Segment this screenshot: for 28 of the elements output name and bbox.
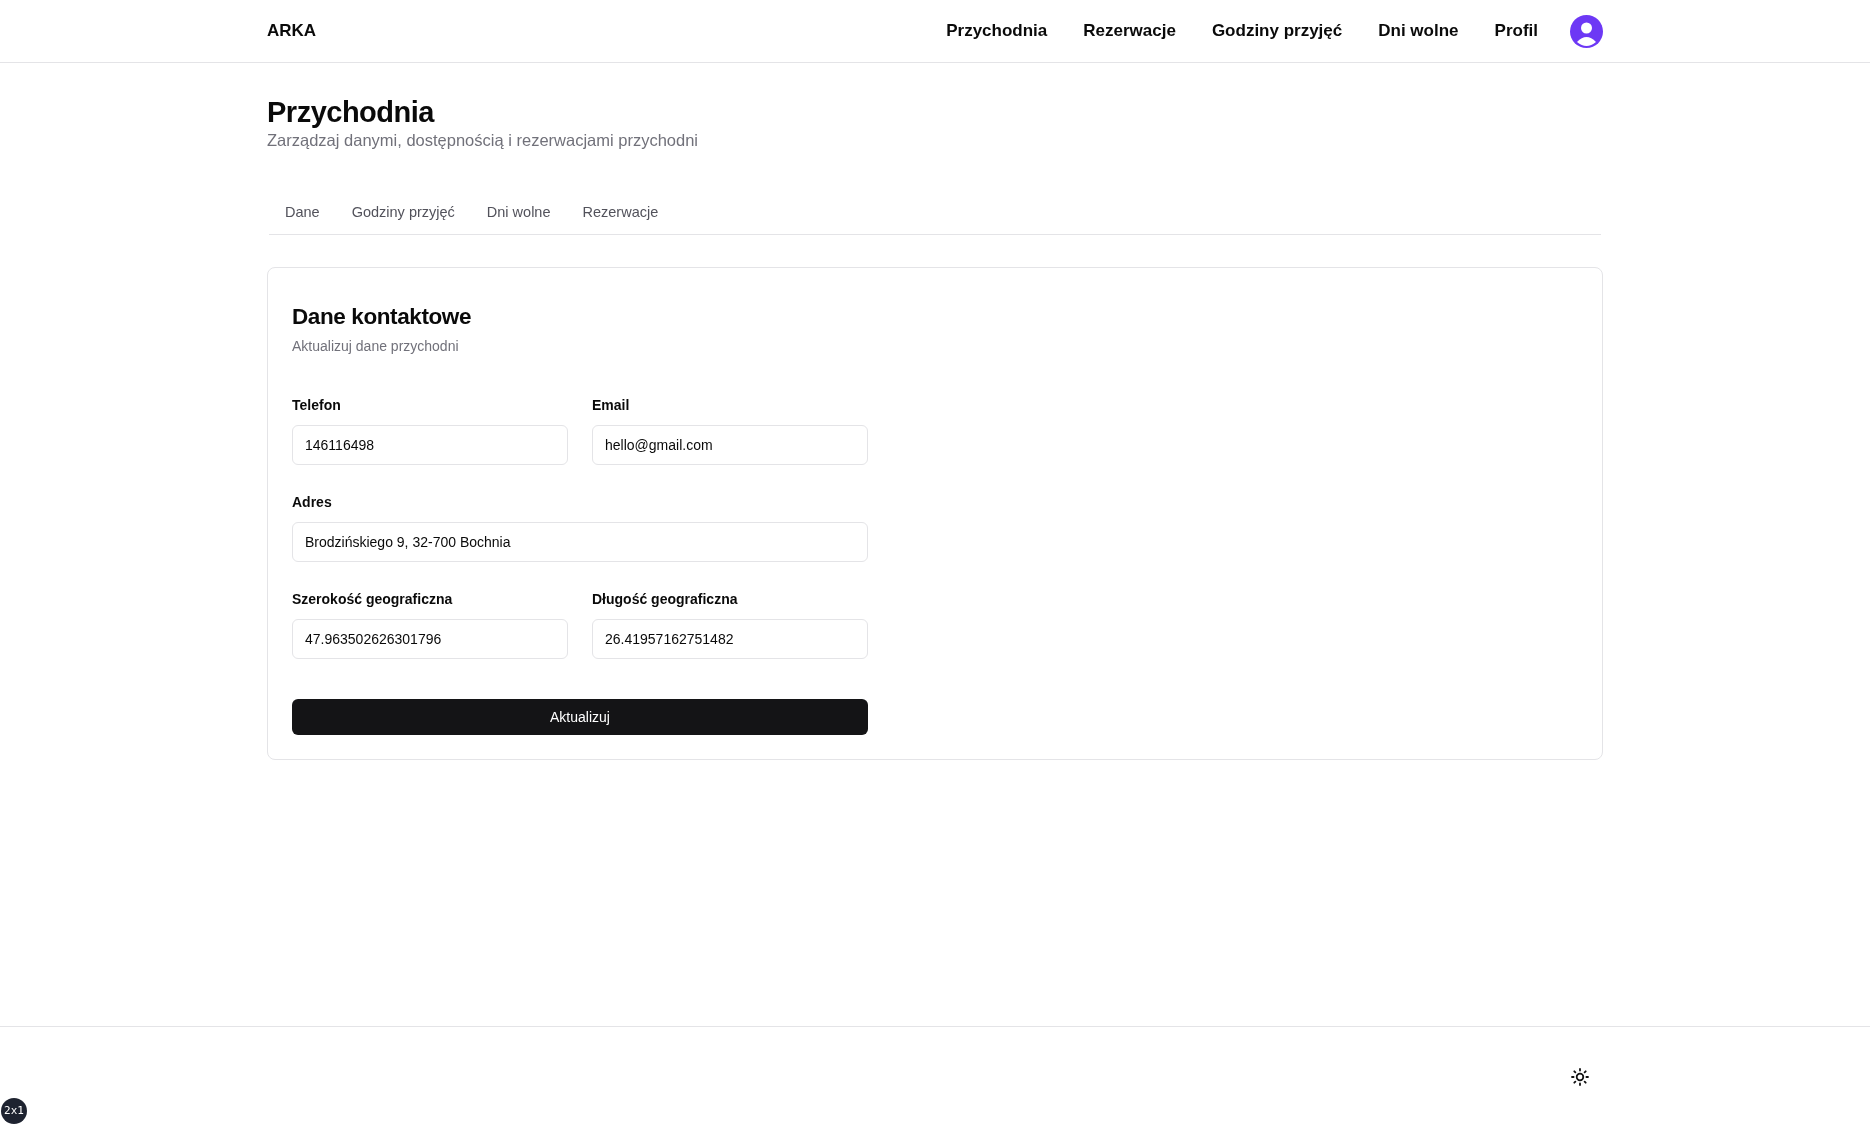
zoom-badge: 2x1 bbox=[1, 1098, 27, 1124]
field-label: Telefon bbox=[292, 397, 342, 413]
update-button[interactable]: Aktualizuj bbox=[292, 699, 868, 735]
nav-link[interactable]: Przychodnia bbox=[946, 21, 1048, 41]
field-label: Długość geograficzna bbox=[592, 591, 739, 607]
tab[interactable]: Dni wolne bbox=[470, 198, 567, 226]
nav-link[interactable]: Profil bbox=[1494, 21, 1538, 41]
input-field[interactable]: 26.41957162751482 bbox=[592, 619, 868, 659]
card-title: Dane kontaktowe bbox=[292, 304, 473, 330]
tab[interactable]: Dane bbox=[269, 198, 336, 226]
tab[interactable]: Godziny przyjęć bbox=[335, 198, 471, 226]
page-subtitle: Zarządzaj danymi, dostępnością i rezerwacjami przychodni bbox=[267, 131, 700, 150]
tab[interactable]: Rezerwacje bbox=[566, 198, 675, 226]
page-title: Przychodnia bbox=[267, 96, 436, 129]
nav-link[interactable]: Rezerwacje bbox=[1083, 21, 1176, 41]
card-subtitle: Aktualizuj dane przychodni bbox=[292, 338, 460, 354]
input-field[interactable]: 47.963502626301796 bbox=[292, 619, 568, 659]
input-field[interactable]: Brodzińskiego 9, 32-700 Bochnia bbox=[292, 522, 868, 562]
field-label: Adres bbox=[292, 494, 333, 510]
input-field[interactable]: hello@gmail.com bbox=[592, 425, 868, 465]
field-label: Email bbox=[592, 397, 631, 413]
nav-link[interactable]: Godziny przyjęć bbox=[1211, 21, 1343, 41]
avatar-icon[interactable] bbox=[1570, 14, 1603, 48]
theme-toggle-icon[interactable] bbox=[1571, 1068, 1589, 1086]
field-label: Szerokość geograficzna bbox=[292, 591, 454, 607]
nav-link[interactable]: Dni wolne bbox=[1378, 21, 1459, 41]
input-field[interactable]: 146116498 bbox=[292, 425, 568, 465]
app-logo[interactable]: ARKA bbox=[267, 21, 317, 41]
